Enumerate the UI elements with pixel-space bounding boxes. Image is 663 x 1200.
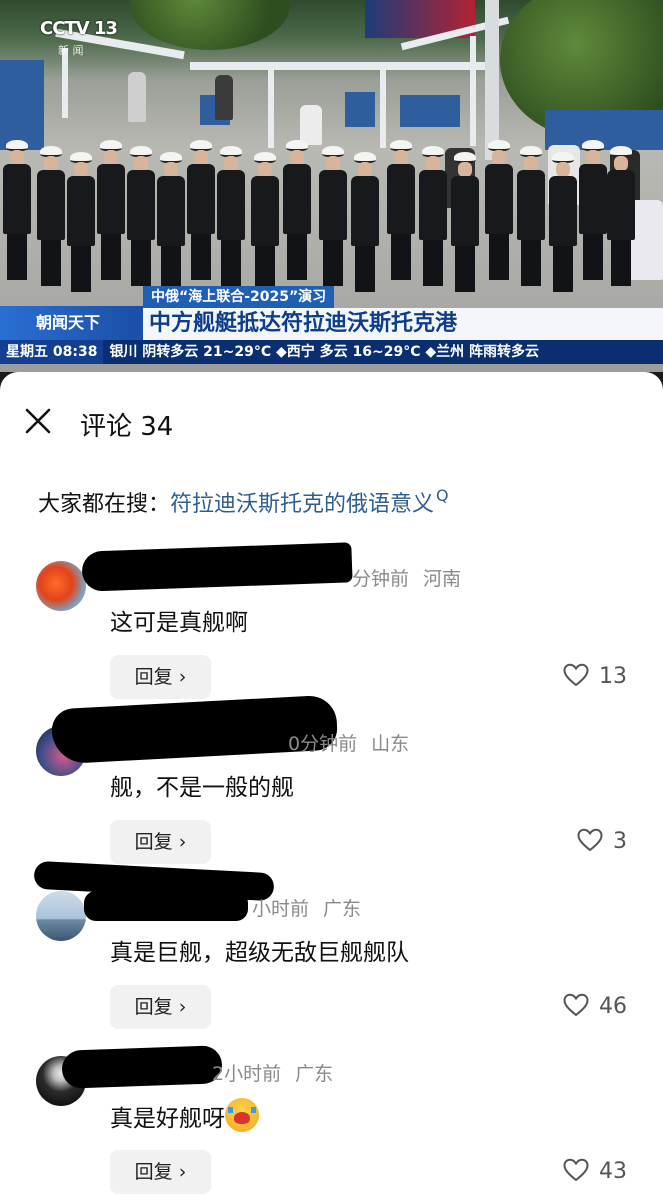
sailor-figure bbox=[606, 146, 636, 286]
sailor-figure bbox=[418, 146, 448, 286]
heart-icon bbox=[563, 993, 589, 1017]
spectator bbox=[128, 72, 146, 122]
comment-text: 这可是真舰啊 bbox=[110, 610, 248, 636]
close-icon[interactable] bbox=[24, 407, 52, 435]
heart-icon bbox=[563, 663, 589, 687]
frame-post bbox=[62, 48, 68, 118]
channel-logo: CCTV 13 bbox=[40, 18, 118, 39]
sailor-figure bbox=[250, 152, 280, 292]
frame-bar bbox=[190, 62, 490, 70]
reply-button[interactable]: 回复 › bbox=[110, 655, 211, 699]
sailor-figure bbox=[96, 140, 126, 280]
bench bbox=[345, 92, 375, 127]
spectator bbox=[215, 75, 233, 120]
comment-region: 河南 bbox=[423, 568, 462, 590]
ticker-weather: 银川 阴转多云 21~29°C ◆西宁 多云 16~29°C ◆兰州 阵雨转多云 bbox=[109, 344, 540, 360]
comments-sheet: 评论 34 大家都在搜：符拉迪沃斯托克的俄语意义 Q 分钟前 河南 这可是真舰啊 回… bbox=[0, 372, 663, 1200]
avatar[interactable] bbox=[36, 561, 86, 611]
reply-button[interactable]: 回复 › bbox=[110, 985, 211, 1029]
heart-icon bbox=[563, 1158, 589, 1182]
redaction-bar bbox=[84, 891, 248, 921]
bench bbox=[0, 60, 44, 150]
comment-region: 广东 bbox=[295, 1063, 334, 1085]
comment-meta: 小时前 广东 bbox=[252, 894, 361, 921]
lower-third-tag: 中俄“海上联合-2025”演习 bbox=[143, 286, 335, 308]
reply-button[interactable]: 回复 › bbox=[110, 1150, 211, 1194]
tree-decoration bbox=[130, 0, 290, 50]
comment-meta: 2小时前 广东 bbox=[212, 1059, 333, 1086]
ticker-day-time: 星期五 08:38 bbox=[0, 340, 104, 364]
like-count: 46 bbox=[599, 994, 627, 1019]
comment-text: 真是巨舰，超级无敌巨舰舰队 bbox=[110, 940, 409, 966]
sailor-figure bbox=[126, 146, 156, 286]
sailor-figure bbox=[578, 140, 608, 280]
like-button[interactable]: 46 bbox=[563, 993, 627, 1019]
comment-item: 0分钟前 山东 舰，不是一般的舰 回复 › 3 bbox=[0, 694, 663, 875]
comment-region: 广东 bbox=[323, 898, 362, 920]
comment-item: 分钟前 河南 这可是真舰啊 回复 › 13 bbox=[0, 542, 663, 710]
comment-time: 小时前 bbox=[252, 898, 310, 920]
comment-time: 0分钟前 bbox=[288, 733, 358, 755]
like-count: 3 bbox=[613, 829, 627, 854]
frame-post bbox=[470, 36, 476, 146]
avatar[interactable] bbox=[36, 891, 86, 941]
comment-item: 小时前 广东 真是巨舰，超级无敌巨舰舰队 回复 › 46 bbox=[0, 860, 663, 1040]
comment-meta: 0分钟前 山东 bbox=[288, 729, 409, 756]
sailor-figure bbox=[386, 140, 416, 280]
bench bbox=[400, 95, 460, 127]
comment-text: 真是好舰呀 bbox=[110, 1098, 259, 1133]
frame-post bbox=[268, 68, 274, 148]
trending-search-label: 大家都在搜： bbox=[38, 492, 171, 517]
like-count: 43 bbox=[599, 1159, 627, 1184]
sailor-figure bbox=[484, 140, 514, 280]
sailor-figure bbox=[156, 152, 186, 292]
sailor-figure bbox=[318, 146, 348, 286]
spectator bbox=[300, 105, 322, 145]
redaction-bar bbox=[61, 1045, 223, 1089]
comment-text-body: 真是好舰呀 bbox=[110, 1106, 225, 1132]
like-count: 13 bbox=[599, 664, 627, 689]
reply-button[interactable]: 回复 › bbox=[110, 820, 211, 864]
video-player[interactable]: CCTV 13 新 闻 中俄“海上联合-2025”演习 朝闻天下 中方舰艇抵达符… bbox=[0, 0, 663, 372]
channel-sub: 新 闻 bbox=[58, 44, 84, 57]
comment-region: 山东 bbox=[371, 733, 410, 755]
frame-post bbox=[485, 0, 499, 160]
redaction-bar bbox=[81, 542, 353, 592]
comment-meta: 分钟前 河南 bbox=[352, 564, 461, 591]
trending-search: 大家都在搜：符拉迪沃斯托克的俄语意义 Q bbox=[38, 486, 449, 518]
sailor-figure bbox=[36, 146, 66, 286]
like-button[interactable]: 13 bbox=[563, 663, 627, 689]
comment-item: 2小时前 广东 真是好舰呀 回复 › 43 bbox=[0, 1040, 663, 1200]
comment-time: 2小时前 bbox=[212, 1063, 282, 1085]
sailor-figure bbox=[350, 152, 380, 292]
comments-title: 评论 34 bbox=[80, 412, 174, 442]
sailor-figure bbox=[66, 152, 96, 292]
program-name: 朝闻天下 bbox=[0, 306, 143, 340]
sailor-figure bbox=[282, 140, 312, 280]
crying-emoji-icon bbox=[225, 1098, 259, 1132]
search-icon[interactable]: Q bbox=[436, 486, 449, 505]
sailor-figure bbox=[216, 146, 246, 286]
like-button[interactable]: 3 bbox=[577, 828, 627, 854]
news-headline: 中方舰艇抵达符拉迪沃斯托克港 bbox=[143, 308, 663, 340]
sailor-figure bbox=[186, 140, 216, 280]
comment-text: 舰，不是一般的舰 bbox=[110, 775, 294, 801]
news-ticker: 星期五 08:38 银川 阴转多云 21~29°C ◆西宁 多云 16~29°C … bbox=[0, 340, 663, 364]
like-button[interactable]: 43 bbox=[563, 1158, 627, 1184]
sailor-figure bbox=[516, 146, 546, 286]
sailor-figure bbox=[450, 152, 480, 292]
sailor-figure bbox=[548, 152, 578, 292]
heart-icon bbox=[577, 828, 603, 852]
comment-time: 分钟前 bbox=[352, 568, 410, 590]
sailor-figure bbox=[2, 140, 32, 280]
trending-search-link[interactable]: 符拉迪沃斯托克的俄语意义 bbox=[170, 492, 434, 517]
frame-post bbox=[380, 68, 386, 148]
